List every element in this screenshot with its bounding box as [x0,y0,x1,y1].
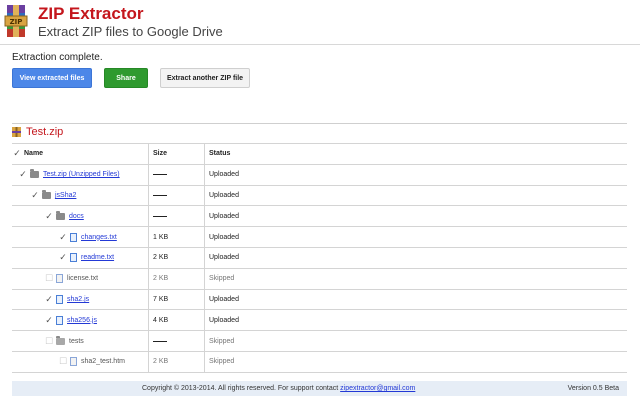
size-cell: 1 KB [149,227,205,247]
app-subtitle: Extract ZIP files to Google Drive [38,24,223,39]
row-checkbox[interactable]: ✓ [44,211,54,222]
section-divider [12,123,627,124]
table-row: ☐ tests Skipped [12,331,627,352]
size-cell: 2 KB [149,268,205,289]
table-row: ✓ sha2.js 7 KB Uploaded [12,289,627,311]
status-cell: Uploaded [209,191,239,199]
file-icon [70,232,77,242]
name-cell: ☐ license.txt [12,268,149,289]
status-cell: Uploaded [209,295,239,303]
svg-text:ZIP: ZIP [10,18,23,26]
name-cell: ✓ jsSha2 [12,185,149,206]
zip-title: Test.zip [26,126,64,138]
row-checkbox[interactable]: ☐ [44,273,54,284]
status-cell: Skipped [209,358,235,366]
file-link[interactable]: changes.txt [81,234,117,241]
status-cell: Uploaded [209,254,239,262]
table-row: ✓ changes.txt 1 KB Uploaded [12,227,627,248]
table-header-row: ✓ Name Size Status [12,144,627,165]
row-checkbox[interactable]: ☐ [44,336,54,347]
size-cell: 2 KB [149,247,205,268]
file-link[interactable]: docs [69,213,84,220]
file-icon [70,253,77,263]
header-divider [0,44,640,45]
select-all-checkbox[interactable]: ✓ [12,148,22,159]
status-cell: Skipped [209,337,235,345]
footer: Copyright © 2013-2014. All rights reserv… [12,381,627,396]
row-checkbox[interactable]: ✓ [44,294,54,305]
name-cell: ✓ Test.zip (Unzipped Files) [12,164,149,185]
column-header-name: Name [24,150,44,158]
table-row: ✓ docs Uploaded [12,206,627,228]
version-label: Version 0.5 Beta [567,385,619,392]
file-name: license.txt [67,275,99,283]
app-title: ZIP Extractor [38,4,144,23]
file-name: tests [69,337,84,345]
file-link[interactable]: sha256.js [67,317,97,324]
row-checkbox[interactable]: ✓ [58,252,68,263]
size-dash [153,194,167,196]
folder-icon [42,189,51,199]
folder-icon [56,335,65,345]
file-icon [70,357,77,367]
table-row: ☐ sha2_test.htm 2 KB Skipped [12,351,627,373]
name-cell: ✓ docs [12,206,149,227]
column-header-size: Size [149,144,205,164]
size-cell: 2 KB [149,351,205,372]
file-link[interactable]: readme.txt [81,254,114,261]
table-row: ☐ license.txt 2 KB Skipped [12,268,627,290]
file-icon [56,294,63,304]
status-message: Extraction complete. [12,52,103,63]
name-cell: ☐ tests [12,331,149,351]
status-cell: Uploaded [209,212,239,220]
row-checkbox[interactable]: ✓ [44,315,54,326]
winrar-logo-icon: ZIP [4,5,28,37]
size-dash [153,215,167,217]
file-link[interactable]: jsSha2 [55,192,76,199]
app-header: ZIP ZIP Extractor Extract ZIP files to G… [0,0,640,44]
column-header-status: Status [209,150,231,158]
folder-icon [56,210,65,220]
size-cell: 4 KB [149,310,205,331]
support-email-link[interactable]: zipextractor@gmail.com [340,385,415,392]
name-cell: ✓ sha256.js [12,310,149,331]
table-row: ✓ Test.zip (Unzipped Files) Uploaded [12,164,627,186]
footer-copyright-line: Copyright © 2013-2014. All rights reserv… [142,385,415,392]
table-row: ✓ jsSha2 Uploaded [12,185,627,207]
extract-another-zip-button[interactable]: Extract another ZIP file [160,68,250,88]
size-cell: 7 KB [149,289,205,310]
row-checkbox[interactable]: ✓ [30,190,40,201]
share-button[interactable]: Share [104,68,148,88]
file-name: sha2_test.htm [81,358,125,366]
size-dash [153,340,167,342]
size-cell [149,331,205,351]
file-icon [56,315,63,325]
files-table: ✓ Name Size Status ✓ Test.zip (Unzipped … [12,143,627,373]
size-cell [149,206,205,227]
file-link[interactable]: Test.zip (Unzipped Files) [43,171,120,178]
status-cell: Uploaded [209,171,239,179]
name-cell: ☐ sha2_test.htm [12,351,149,372]
row-checkbox[interactable]: ☐ [58,356,68,367]
header-name-cell: ✓ Name [12,144,149,164]
file-icon [56,274,63,284]
name-cell: ✓ changes.txt [12,227,149,247]
footer-copyright: Copyright © 2013-2014. All rights reserv… [142,385,341,392]
name-cell: ✓ readme.txt [12,247,149,268]
status-cell: Uploaded [209,233,239,241]
status-cell: Skipped [209,275,235,283]
status-cell: Uploaded [209,316,239,324]
row-checkbox[interactable]: ✓ [18,169,28,180]
zip-icon [12,127,21,137]
size-dash [153,174,167,176]
table-row: ✓ sha256.js 4 KB Uploaded [12,310,627,332]
row-checkbox[interactable]: ✓ [58,232,68,243]
folder-icon [30,169,39,179]
name-cell: ✓ sha2.js [12,289,149,310]
size-cell [149,185,205,206]
size-cell [149,164,205,185]
view-extracted-files-button[interactable]: View extracted files [12,68,92,88]
file-link[interactable]: sha2.js [67,296,89,303]
table-row: ✓ readme.txt 2 KB Uploaded [12,247,627,269]
